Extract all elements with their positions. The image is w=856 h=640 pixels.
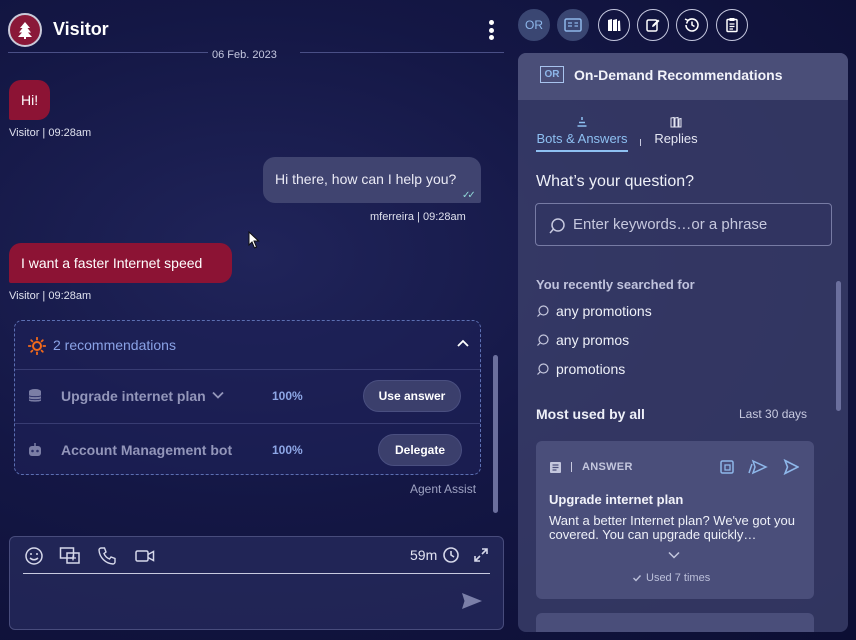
card-body: Want a better Internet plan? We've got y… (549, 513, 796, 542)
panel-scrollbar[interactable] (836, 281, 841, 411)
card-title: Upgrade internet plan (549, 492, 684, 507)
database-icon (28, 389, 42, 402)
library-icon (608, 19, 621, 31)
answer-card[interactable]: ANSWER Upgrade internet plan Want a bett… (536, 441, 814, 599)
send-icon[interactable] (460, 591, 484, 611)
chevron-down-icon[interactable] (211, 390, 225, 400)
divider (8, 52, 208, 53)
read-receipt-icon: ✓✓ (462, 190, 476, 201)
mouse-cursor-icon (248, 231, 260, 249)
recommendations-sidebar: OR On-Demand Recommendations Bots & Answ… (518, 53, 848, 632)
recommendations-title: 2 recommendations (53, 337, 176, 353)
copy-to-editor-icon[interactable] (719, 459, 735, 475)
chevron-up-icon[interactable] (456, 338, 470, 348)
panel-header: OR On-Demand Recommendations (518, 53, 848, 100)
send-edit-icon[interactable] (748, 459, 768, 475)
chat-header: Visitor 06 Feb. 2023 (0, 0, 505, 61)
usage-label: Used 7 times (646, 572, 711, 584)
phone-icon[interactable] (97, 546, 117, 566)
toolbar-clipboard-button[interactable] (716, 9, 748, 41)
recent-search-item[interactable]: any promos (536, 332, 629, 348)
toolbar-or-button[interactable]: OR (518, 9, 550, 41)
visitor-message: Hi! (9, 80, 51, 120)
message-meta: Visitor | 09:28am (9, 127, 92, 139)
screen-share-icon[interactable] (59, 546, 81, 566)
delegate-button[interactable]: Delegate (378, 434, 462, 466)
tab-separator (640, 139, 641, 146)
recent-search-label: any promos (556, 332, 630, 348)
composer-divider (23, 573, 490, 574)
message-meta: Visitor | 09:28am (9, 290, 92, 302)
chat-date: 06 Feb. 2023 (212, 49, 277, 61)
session-timer: 59m (410, 547, 438, 563)
active-tab-indicator (536, 150, 628, 152)
tab-bots-answers[interactable]: Bots & Answers (536, 116, 628, 148)
recent-search-label: promotions (556, 361, 626, 377)
check-icon (633, 575, 642, 582)
question-heading: What’s your question? (536, 173, 695, 190)
emoji-icon[interactable] (24, 546, 44, 566)
divider (300, 52, 504, 53)
recent-search-item[interactable]: any promotions (536, 303, 652, 319)
recommendation-row: Upgrade internet plan 100% Use answer (15, 369, 480, 423)
recent-search-item[interactable]: promotions (536, 361, 625, 377)
recommendation-row: Account Management bot 100% Delegate (15, 423, 480, 477)
message-meta: mferreira | 09:28am (370, 211, 466, 223)
period-label: Last 30 days (739, 407, 808, 421)
chat-search-icon (549, 218, 565, 234)
confidence-score: 100% (272, 443, 303, 457)
tree-icon (18, 22, 32, 39)
usage-count: Used 7 times (632, 572, 710, 584)
recent-searches-title: You recently searched for (536, 277, 695, 292)
card-separator (571, 462, 572, 472)
recommendation-name: Upgrade internet plan (61, 388, 206, 404)
clock-icon (443, 547, 459, 563)
layers-icon (577, 117, 587, 127)
answer-card[interactable] (536, 613, 814, 632)
recommendations-panel: 2 recommendations Upgrade internet plan … (14, 320, 481, 475)
sun-icon (28, 337, 46, 355)
more-options-icon[interactable] (486, 20, 496, 40)
chat-search-icon (537, 362, 549, 375)
library-icon (670, 116, 682, 128)
confidence-score: 100% (272, 389, 303, 403)
toolbar-library-button[interactable] (598, 9, 630, 41)
document-icon (550, 462, 561, 473)
use-answer-button[interactable]: Use answer (363, 380, 461, 412)
send-icon[interactable] (783, 459, 799, 475)
toolbar-history-button[interactable] (676, 9, 708, 41)
search-box[interactable] (535, 203, 832, 246)
chat-title: Visitor (53, 19, 109, 39)
search-input[interactable] (573, 216, 823, 233)
expand-icon[interactable] (472, 546, 490, 564)
tab-label: Bots & Answers (536, 131, 628, 146)
card-type: ANSWER (582, 461, 633, 473)
chat-search-icon (537, 304, 549, 317)
clipboard-icon (726, 18, 738, 33)
id-card-icon (564, 18, 582, 32)
toolbar-recommendations-button[interactable] (557, 9, 589, 41)
or-badge: OR (540, 66, 564, 83)
recommendation-name: Account Management bot (61, 442, 233, 458)
tab-replies[interactable]: Replies (650, 116, 702, 148)
chat-search-icon (537, 333, 549, 346)
bot-icon (29, 443, 41, 456)
visitor-message: I want a faster Internet speed (9, 243, 232, 283)
tab-label: Replies (654, 131, 698, 146)
chat-scrollbar[interactable] (493, 355, 498, 513)
message-composer[interactable]: 59m (9, 536, 504, 630)
most-used-title: Most used by all (536, 406, 645, 422)
chevron-down-icon[interactable] (667, 550, 681, 560)
visitor-avatar (8, 13, 42, 47)
panel-title: On-Demand Recommendations (574, 67, 783, 83)
agent-message: Hi there, how can I help you? (263, 157, 481, 203)
history-icon (684, 18, 699, 32)
toolbar-edit-button[interactable] (637, 9, 669, 41)
recent-search-label: any promotions (556, 303, 652, 319)
agent-assist-label: Agent Assist (410, 482, 477, 496)
recommendations-header[interactable]: 2 recommendations (15, 321, 480, 369)
video-camera-icon[interactable] (134, 546, 156, 566)
edit-icon (646, 19, 660, 32)
